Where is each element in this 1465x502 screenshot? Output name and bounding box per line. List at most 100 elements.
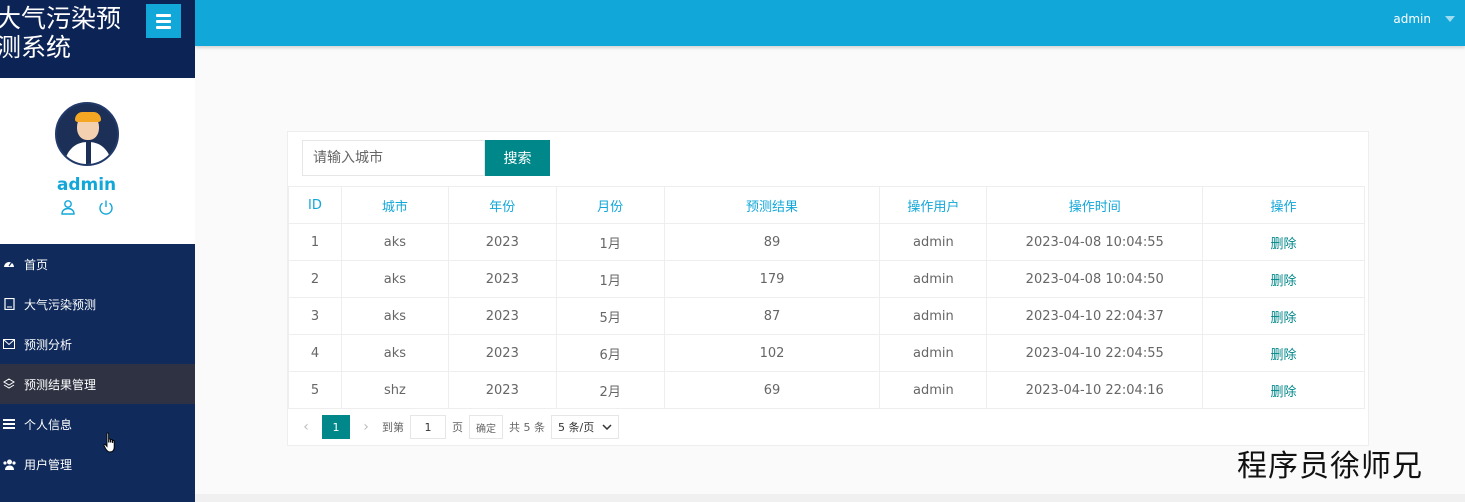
goto-confirm-button[interactable]: 确定 (469, 415, 503, 439)
cell-city: aks (340, 334, 449, 372)
layers-icon (2, 377, 16, 391)
avatar (55, 102, 119, 166)
profile-username: admin (56, 175, 117, 195)
cell-result: 87 (663, 297, 881, 335)
brand-header: 大气污染预测系统 (0, 0, 195, 78)
table-row: 4 aks 2023 6月 102 admin 2023-04-10 22:04… (288, 334, 1365, 372)
hand-cursor-icon (103, 432, 115, 453)
caret-down-icon (1445, 16, 1455, 22)
page-size-value: 5 条/页 (558, 421, 595, 434)
goto-page-input[interactable] (410, 415, 446, 439)
results-card: 搜索 ID 城市 年份 月份 预测结果 操作用户 操作时间 操作 1 aks 2… (287, 131, 1369, 446)
hamburger-icon (156, 13, 171, 17)
cell-city: aks (340, 297, 449, 335)
table-row: 2 aks 2023 1月 179 admin 2023-04-08 10:04… (288, 260, 1365, 298)
cell-month: 6月 (555, 334, 665, 372)
dashboard-icon (2, 257, 16, 271)
cell-user: admin (879, 371, 988, 409)
menu-toggle-button[interactable] (146, 4, 181, 38)
table-row: 1 aks 2023 1月 89 admin 2023-04-08 10:04:… (288, 223, 1365, 261)
cell-time: 2023-04-08 10:04:50 (986, 260, 1204, 298)
chevron-right-icon[interactable]: › (356, 419, 376, 435)
table-row: 5 shz 2023 2月 69 admin 2023-04-10 22:04:… (288, 371, 1365, 409)
pagination: ‹ 1 › 到第 页 确定 共 5 条 5 条/页 (288, 415, 620, 439)
results-table: ID 城市 年份 月份 预测结果 操作用户 操作时间 操作 1 aks 2023… (288, 186, 1365, 409)
profile-actions (60, 199, 114, 215)
cell-id: 5 (288, 371, 342, 409)
sidebar-item-home[interactable]: 首页 (0, 244, 195, 284)
sidebar-item-label: 预测结果管理 (24, 377, 97, 392)
column-header: ID (288, 186, 342, 224)
power-icon[interactable] (98, 199, 114, 215)
cell-result: 179 (663, 260, 881, 298)
goto-prefix: 到第 (382, 421, 404, 434)
user-menu[interactable]: admin (1393, 12, 1455, 26)
list-icon (2, 417, 16, 431)
goto-suffix: 页 (452, 421, 463, 434)
city-search-input[interactable] (302, 140, 485, 176)
cell-month: 1月 (555, 223, 665, 261)
page-size-select[interactable]: 5 条/页 (551, 415, 620, 439)
cell-city: aks (340, 223, 449, 261)
delete-link[interactable]: 删除 (1202, 371, 1365, 409)
cell-result: 102 (663, 334, 881, 372)
cell-user: admin (879, 223, 988, 261)
sidebar-item-results[interactable]: 预测结果管理 (0, 364, 195, 404)
cell-id: 4 (288, 334, 342, 372)
sidebar-item-prediction[interactable]: 大气污染预测 (0, 284, 195, 324)
sidebar-item-label: 个人信息 (24, 417, 73, 432)
column-header: 操作 (1202, 186, 1365, 224)
column-header: 操作用户 (879, 186, 988, 224)
user-icon[interactable] (60, 199, 76, 215)
chevron-left-icon[interactable]: ‹ (296, 419, 316, 435)
cell-user: admin (879, 334, 988, 372)
delete-link[interactable]: 删除 (1202, 260, 1365, 298)
cell-month: 2月 (555, 371, 665, 409)
cell-id: 1 (288, 223, 342, 261)
delete-link[interactable]: 删除 (1202, 334, 1365, 372)
cell-time: 2023-04-10 22:04:16 (986, 371, 1204, 409)
table-header-row: ID 城市 年份 月份 预测结果 操作用户 操作时间 操作 (288, 186, 1365, 224)
sidebar-item-label: 首页 (24, 257, 49, 272)
cell-user: admin (879, 260, 988, 298)
cell-year: 2023 (447, 297, 557, 335)
sidebar-item-label: 预测分析 (24, 337, 73, 352)
sidebar-item-analysis[interactable]: 预测分析 (0, 324, 195, 364)
sidebar-item-profile[interactable]: 个人信息 (0, 404, 195, 444)
column-header: 预测结果 (663, 186, 881, 224)
cell-user: admin (879, 297, 988, 335)
mail-icon (2, 337, 16, 351)
sidebar: 大气污染预测系统 admin 首页 大气污染预测 预测分析 预测结果管理 个人信… (0, 0, 195, 502)
chevron-down-icon (602, 424, 612, 430)
cell-result: 69 (663, 371, 881, 409)
total-count: 共 5 条 (509, 421, 545, 434)
sidebar-nav: 首页 大气污染预测 预测分析 预测结果管理 个人信息 用户管理 (0, 244, 195, 484)
sidebar-item-label: 用户管理 (24, 457, 73, 472)
cell-city: shz (340, 371, 449, 409)
footer-strip (195, 494, 1465, 502)
cell-id: 2 (288, 260, 342, 298)
profile-panel: admin (0, 78, 195, 244)
cell-month: 1月 (555, 260, 665, 298)
sidebar-item-label: 大气污染预测 (24, 297, 97, 312)
cell-year: 2023 (447, 223, 557, 261)
cell-id: 3 (288, 297, 342, 335)
search-button[interactable]: 搜索 (485, 140, 550, 176)
page-button-current[interactable]: 1 (322, 415, 350, 439)
users-icon (2, 457, 16, 471)
delete-link[interactable]: 删除 (1202, 223, 1365, 261)
app-title: 大气污染预测系统 (0, 4, 122, 62)
sidebar-item-users[interactable]: 用户管理 (0, 444, 195, 484)
column-header: 年份 (447, 186, 557, 224)
cell-time: 2023-04-08 10:04:55 (986, 223, 1204, 261)
column-header: 操作时间 (986, 186, 1204, 224)
book-icon (2, 297, 16, 311)
cell-result: 89 (663, 223, 881, 261)
cell-year: 2023 (447, 334, 557, 372)
top-bar: admin (195, 0, 1465, 46)
delete-link[interactable]: 删除 (1202, 297, 1365, 335)
cell-city: aks (340, 260, 449, 298)
watermark-text: 程序员徐师兄 (1237, 449, 1423, 484)
cell-time: 2023-04-10 22:04:37 (986, 297, 1204, 335)
topbar-username: admin (1393, 12, 1431, 26)
